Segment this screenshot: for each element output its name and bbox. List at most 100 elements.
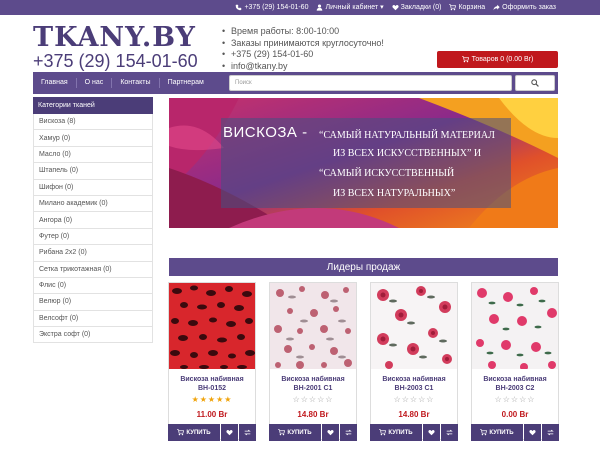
product-name[interactable]: Вискоза набивная ВН-2003 С1 [371, 375, 457, 393]
flower-pattern-image [472, 283, 558, 369]
promo-banner[interactable]: ВИСКОЗА - “САМЫЙ НАТУРАЛЬНЫЙ МАТЕРИАЛ ИЗ… [169, 98, 558, 228]
sidebar-item-fleece[interactable]: Флис (0) [33, 277, 153, 295]
product-actions: КУПИТЬ [471, 424, 559, 441]
brand-name: TKANY.BY [33, 22, 196, 53]
buy-button[interactable]: КУПИТЬ [471, 424, 523, 441]
star-filled-icon: ★ [191, 395, 200, 404]
bookmarks-link[interactable]: Закладки (0) [392, 3, 442, 11]
star-filled-icon: ★ [199, 395, 208, 404]
nav-item-contacts[interactable]: Контакты [112, 78, 160, 88]
product-image[interactable] [169, 283, 255, 369]
cart-icon [449, 3, 457, 10]
sidebar-item-milano[interactable]: Милано академик (0) [33, 195, 153, 213]
star-empty-icon: ☆ [292, 395, 301, 404]
product-name-line2: ВН-2003 С2 [495, 385, 535, 392]
product-name[interactable]: Вискоза набивная ВН-0152 [169, 375, 255, 393]
nav-item-partners[interactable]: Партнерам [160, 78, 212, 88]
star-empty-icon: ☆ [401, 395, 410, 404]
cart-icon [379, 429, 387, 436]
compare-icon [446, 429, 453, 436]
sidebar-item-ribana[interactable]: Рибана 2х2 (0) [33, 245, 153, 262]
wishlist-button[interactable] [524, 424, 541, 441]
wishlist-button[interactable] [221, 424, 238, 441]
product-image[interactable] [371, 283, 457, 369]
product-card: Вискоза набивная ВН-2001 С1 ☆☆☆☆☆ 14.80 … [269, 282, 357, 441]
cart-label: Корзина [458, 3, 486, 11]
top-phone-text: +375 (29) 154-01-60 [244, 3, 309, 11]
sidebar-item-velsoft[interactable]: Велсофт (0) [33, 310, 153, 328]
leopard-pattern-image [169, 283, 255, 369]
rating-stars: ☆☆☆☆☆ [472, 395, 558, 404]
heart-icon [392, 4, 399, 10]
bookmarks-label: Закладки (0) [400, 3, 442, 11]
star-empty-icon: ☆ [300, 395, 309, 404]
leaders-heading: Лидеры продаж [169, 258, 558, 276]
banner-title: ВИСКОЗА - [223, 124, 308, 141]
product-card: Вискоза набивная ВН-2003 С1 ☆☆☆☆☆ 14.80 … [370, 282, 458, 441]
rating-stars: ★★★★★ [169, 395, 255, 404]
sidebar-item-velour[interactable]: Велюр (0) [33, 294, 153, 311]
rating-stars: ☆☆☆☆☆ [371, 395, 457, 404]
product-name[interactable]: Вискоза набивная ВН-2001 С1 [270, 375, 356, 393]
category-sidebar: Категории тканей Вискоза (8) Хамур (0) М… [33, 97, 153, 344]
buy-label: КУПИТЬ [489, 429, 514, 436]
star-filled-icon: ★ [224, 395, 233, 404]
compare-icon [244, 429, 251, 436]
buy-button[interactable]: КУПИТЬ [269, 424, 321, 441]
cart-total-button[interactable]: Товаров 0 (0.00 Br) [437, 51, 558, 68]
product-image[interactable] [270, 283, 356, 369]
info-phone: +375 (29) 154-01-60 [222, 49, 384, 61]
sidebar-item-futer[interactable]: Футер (0) [33, 228, 153, 246]
star-empty-icon: ☆ [325, 395, 334, 404]
sidebar-item-angora[interactable]: Ангора (0) [33, 212, 153, 229]
sidebar-item-khamur[interactable]: Хамур (0) [33, 130, 153, 147]
sidebar-item-mesh[interactable]: Сетка трикотажная (0) [33, 261, 153, 278]
sidebar-item-maslo[interactable]: Масло (0) [33, 146, 153, 164]
product-price: 14.80 Br [398, 410, 430, 419]
compare-button[interactable] [239, 424, 256, 441]
buy-button[interactable]: КУПИТЬ [168, 424, 220, 441]
sidebar-item-viscose[interactable]: Вискоза (8) [33, 114, 153, 131]
sidebar-item-extrasoft[interactable]: Экстра софт (0) [33, 327, 153, 344]
star-empty-icon: ☆ [308, 395, 318, 404]
product-name-line1: Вискоза набивная [180, 376, 244, 383]
user-icon [317, 4, 323, 11]
sidebar-title: Категории тканей [33, 97, 153, 114]
heart-icon [327, 430, 334, 436]
search-button[interactable] [515, 75, 555, 91]
star-empty-icon: ☆ [527, 395, 536, 404]
nav-item-about[interactable]: О нас [77, 78, 113, 88]
cart-icon [480, 429, 488, 436]
rating-stars: ☆☆☆☆☆ [270, 395, 356, 404]
sidebar-item-chiffon[interactable]: Шифон (0) [33, 179, 153, 196]
orders-note: Заказы принимаются круглосуточно! [222, 38, 384, 50]
wishlist-button[interactable] [423, 424, 440, 441]
compare-button[interactable] [441, 424, 458, 441]
buy-button[interactable]: КУПИТЬ [370, 424, 422, 441]
compare-button[interactable] [340, 424, 357, 441]
main-navbar: Главная О нас Контакты Партнерам Поиск [33, 72, 558, 94]
cart-icon [177, 429, 185, 436]
product-name-line2: ВН-2003 С1 [394, 385, 434, 392]
contact-info: Время работы: 8:00-10:00 Заказы принимаю… [222, 26, 384, 72]
sidebar-item-shtapel[interactable]: Штапель (0) [33, 163, 153, 180]
account-menu[interactable]: Личный кабинет ▾ [316, 3, 384, 11]
wishlist-button[interactable] [322, 424, 339, 441]
star-empty-icon: ☆ [393, 395, 402, 404]
compare-button[interactable] [542, 424, 559, 441]
cart-link[interactable]: Корзина [449, 3, 485, 11]
checkout-link[interactable]: Оформить заказ [493, 3, 556, 11]
nav-item-home[interactable]: Главная [33, 78, 77, 88]
product-actions: КУПИТЬ [370, 424, 458, 441]
site-logo[interactable]: TKANY.BY +375 (29) 154-01-60 [33, 22, 203, 72]
share-icon [493, 4, 500, 10]
info-email: info@tkany.by [222, 61, 384, 73]
checkout-label: Оформить заказ [502, 3, 556, 11]
search-input[interactable]: Поиск [229, 75, 512, 91]
product-card: Вискоза набивная ВН-2003 С2 ☆☆☆☆☆ 0.00 B… [471, 282, 559, 441]
star-empty-icon: ☆ [510, 395, 520, 404]
product-name[interactable]: Вискоза набивная ВН-2003 С2 [472, 375, 558, 393]
heart-icon [428, 430, 435, 436]
product-image[interactable] [472, 283, 558, 369]
top-phone-link[interactable]: +375 (29) 154-01-60 [235, 3, 308, 11]
